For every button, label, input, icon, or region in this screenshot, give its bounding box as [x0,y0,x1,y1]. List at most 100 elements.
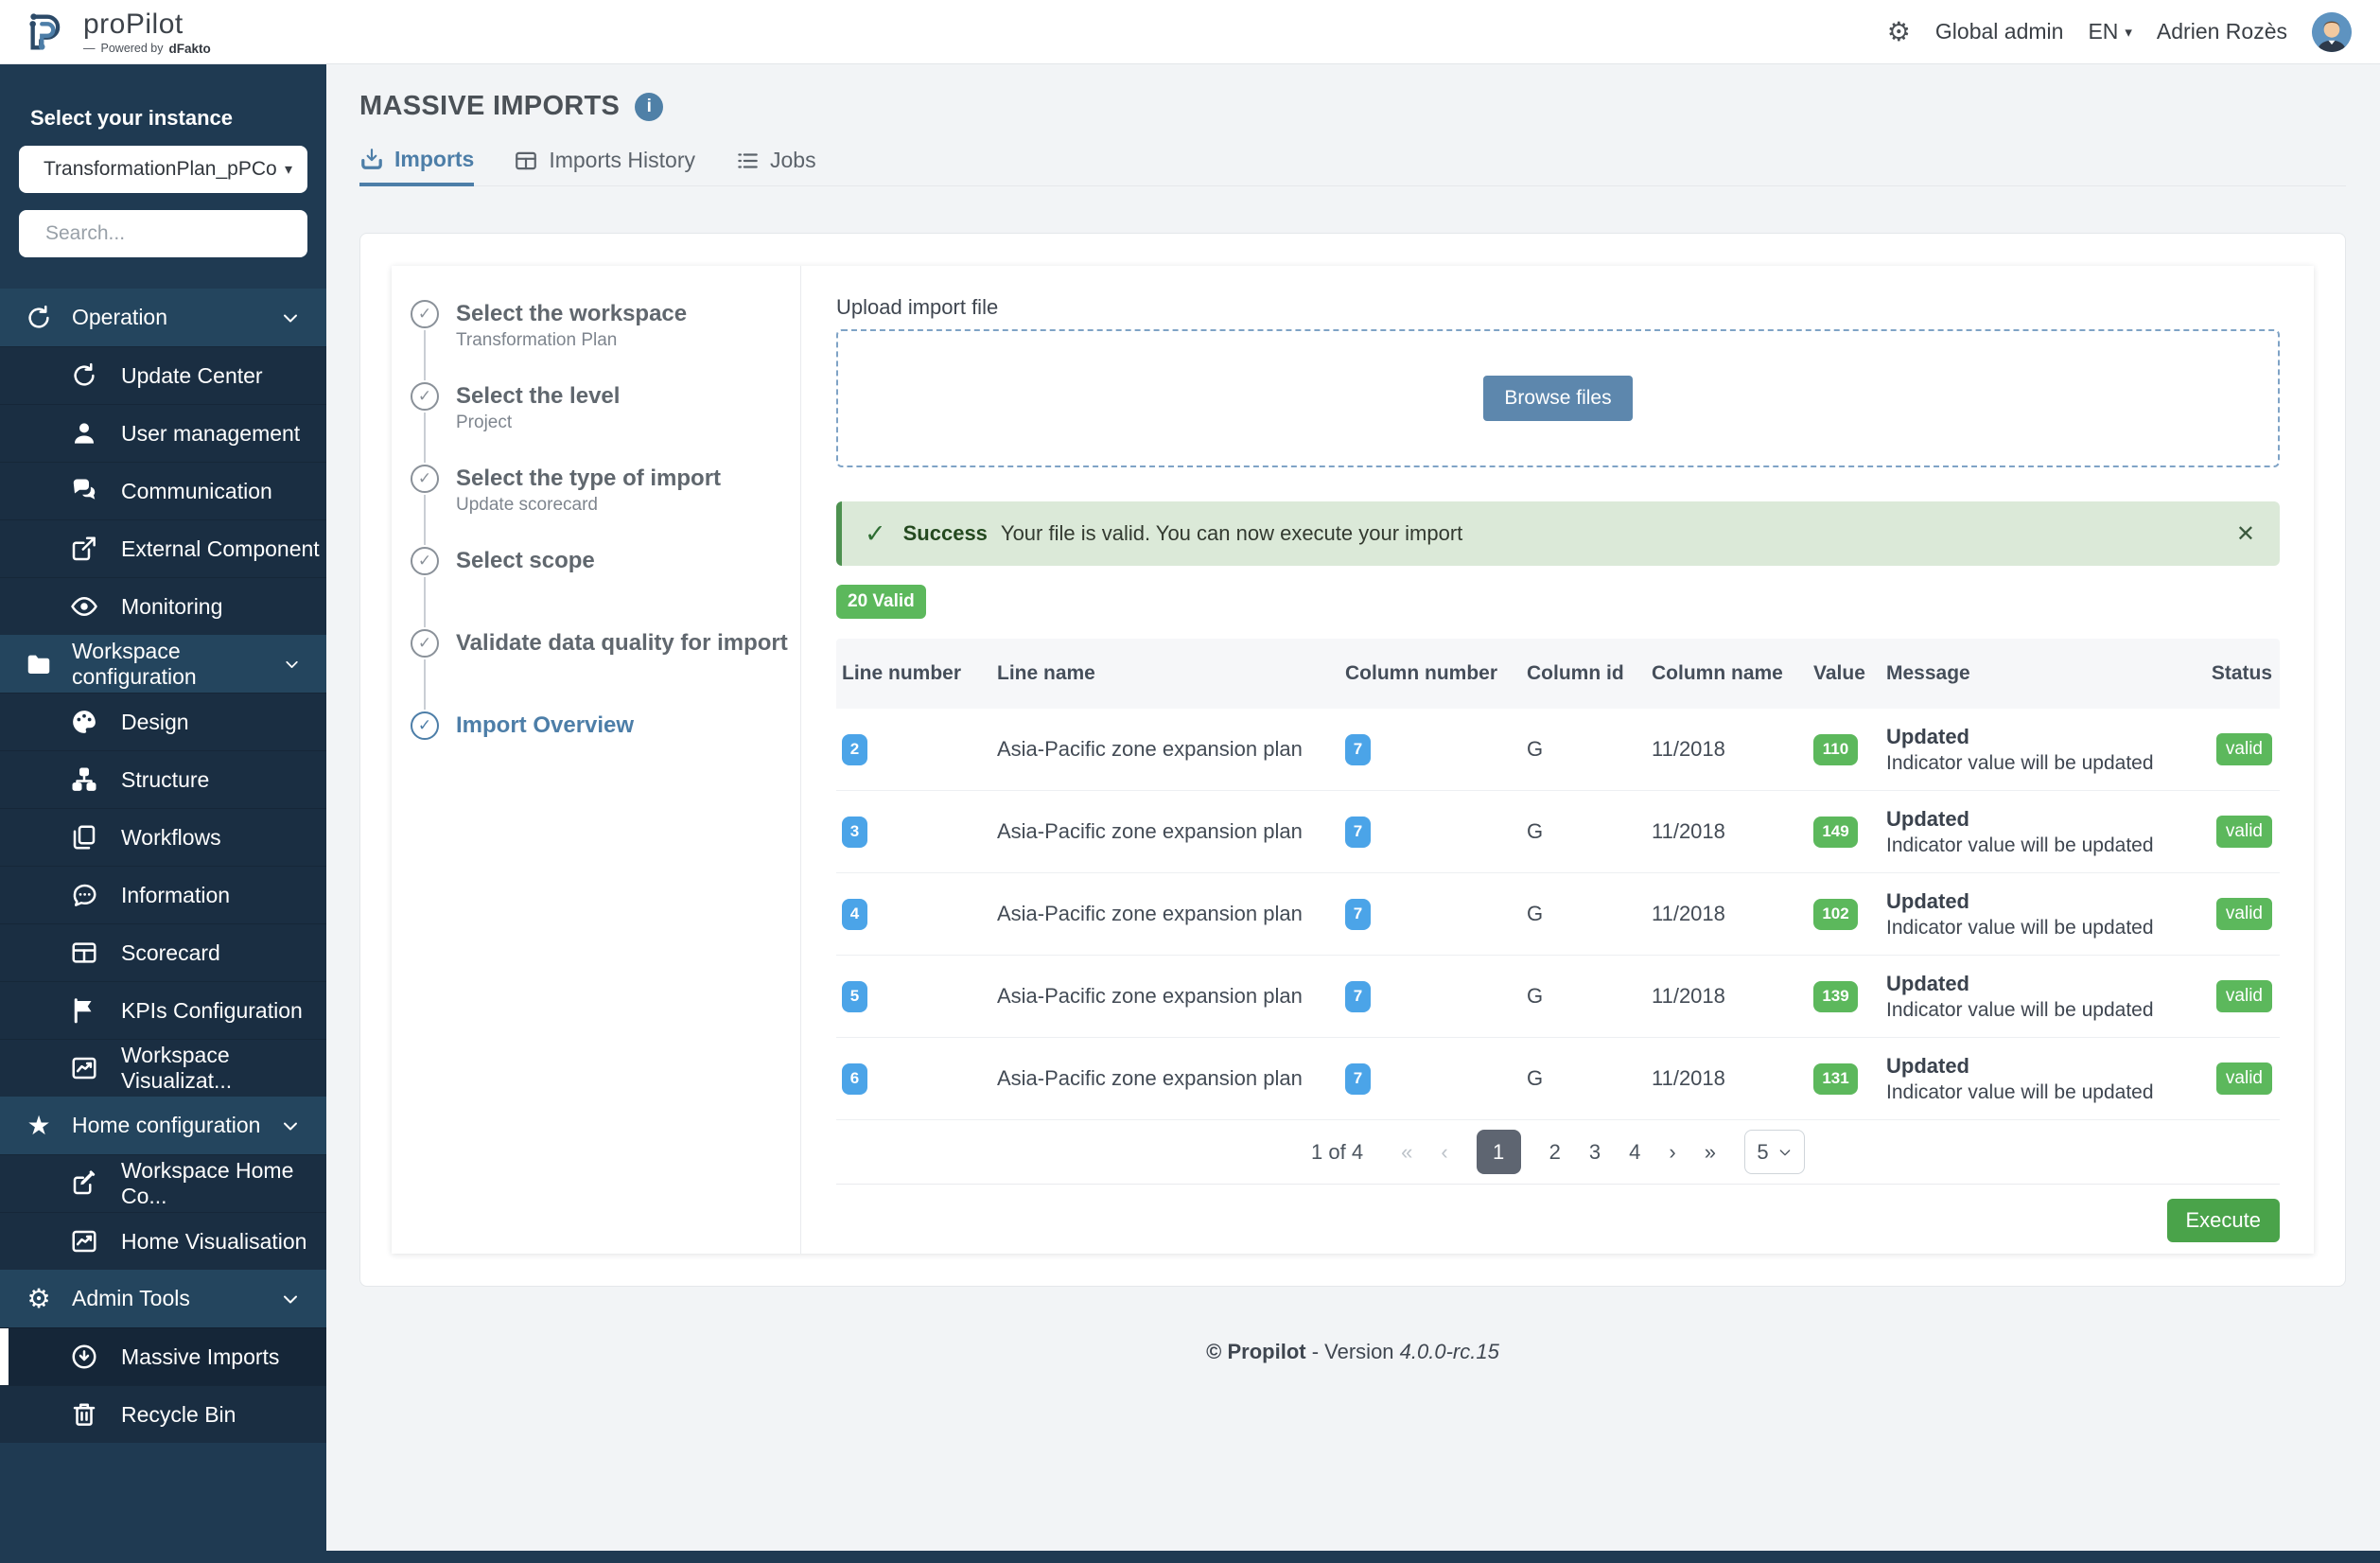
sidebar-item-workspace-home-configuration[interactable]: Workspace Home Co... [0,1154,326,1212]
role-label[interactable]: Global admin [1935,19,2064,44]
message-detail: Indicator value will be updated [1886,1081,2189,1104]
column-number-badge: 7 [1345,899,1371,930]
page-button-1[interactable]: 1 [1477,1130,1521,1174]
line-number-badge: 6 [842,1063,867,1095]
sidebar-item-recycle-bin[interactable]: Recycle Bin [0,1385,326,1443]
step-select-scope[interactable]: ✓ Select scope [411,547,791,629]
step-import-overview[interactable]: ✓ Import Overview [411,711,791,794]
sidebar-section-home-configuration[interactable]: ★ Home configuration [0,1097,326,1154]
execute-button[interactable]: Execute [2167,1199,2281,1242]
section-label: Admin Tools [72,1286,190,1311]
folder-icon [25,650,53,678]
instance-select[interactable]: TransformationPlan_pPCom... ▾ [19,146,307,193]
first-page-icon[interactable]: « [1401,1140,1412,1165]
language-selector[interactable]: EN ▾ [2088,19,2131,44]
item-label: Update Center [121,363,263,389]
alert-message: Your file is valid. You can now execute … [1001,521,1462,546]
line-name-cell: Asia-Pacific zone expansion plan [991,1066,1339,1091]
eye-icon [70,592,98,621]
line-number-badge: 2 [842,734,867,765]
search-input[interactable] [45,222,302,245]
page-size-select[interactable]: 5 [1744,1130,1805,1174]
footer-separator: - [1306,1340,1325,1363]
line-name-cell: Asia-Pacific zone expansion plan [991,819,1339,844]
col-header-column-id: Column id [1521,662,1646,685]
line-name-cell: Asia-Pacific zone expansion plan [991,737,1339,762]
page-button-2[interactable]: 2 [1549,1140,1561,1165]
pages-icon [70,823,98,852]
column-id-cell: G [1521,984,1646,1009]
step-select-workspace[interactable]: ✓ Select the workspace Transformation Pl… [411,300,791,382]
sidebar-item-information[interactable]: Information [0,866,326,923]
column-id-cell: G [1521,902,1646,926]
item-label: External Component [121,536,320,562]
sidebar-item-massive-imports[interactable]: Massive Imports [0,1327,326,1385]
tab-imports[interactable]: Imports [359,147,474,186]
sidebar-item-monitoring[interactable]: Monitoring [0,577,326,635]
sidebar-item-scorecard[interactable]: Scorecard [0,923,326,981]
value-badge: 139 [1813,981,1858,1012]
sidebar-section-operation[interactable]: Operation [0,289,326,346]
sidebar-item-design[interactable]: Design [0,693,326,750]
sidebar-item-workspace-visualization[interactable]: Workspace Visualizat... [0,1039,326,1097]
step-select-level[interactable]: ✓ Select the level Project [411,382,791,465]
sidebar-item-kpis-configuration[interactable]: KPIs Configuration [0,981,326,1039]
column-name-cell: 11/2018 [1646,984,1808,1009]
sidebar-item-external-component[interactable]: External Component [0,519,326,577]
item-label: Workspace Home Co... [121,1158,326,1209]
item-label: Home Visualisation [121,1229,306,1255]
sidebar-section-admin-tools[interactable]: ⚙ Admin Tools [0,1270,326,1327]
user-name[interactable]: Adrien Rozès [2157,19,2287,44]
tab-imports-history[interactable]: Imports History [514,147,695,185]
next-page-icon[interactable]: › [1669,1140,1675,1165]
sidebar-section-workspace-configuration[interactable]: Workspace configuration [0,635,326,693]
sidebar-item-update-center[interactable]: Update Center [0,346,326,404]
close-icon[interactable]: ✕ [2236,520,2255,548]
section-label: Operation [72,305,167,330]
browse-files-button[interactable]: Browse files [1483,376,1632,421]
tab-label: Jobs [770,148,816,173]
item-label: Recycle Bin [121,1402,236,1428]
sidebar-item-user-management[interactable]: User management [0,404,326,462]
tab-jobs[interactable]: Jobs [735,147,816,185]
info-icon[interactable]: i [635,93,663,121]
user-avatar[interactable] [2312,12,2352,52]
previous-page-icon[interactable]: ‹ [1441,1140,1447,1165]
app-logo: proPilot — Powered by dFakto [25,9,211,56]
success-alert: ✓ Success Your file is valid. You can no… [836,501,2280,566]
tab-label: Imports History [549,148,695,173]
grid-table-icon [70,939,98,967]
footer-version: 4.0.0-rc.15 [1400,1340,1499,1363]
message-detail: Indicator value will be updated [1886,999,2189,1022]
sidebar-item-communication[interactable]: Communication [0,462,326,519]
step-subtitle: Transformation Plan [456,330,791,351]
step-title: Import Overview [456,711,791,740]
import-stepper: ✓ Select the workspace Transformation Pl… [392,266,801,1254]
sidebar-item-structure[interactable]: Structure [0,750,326,808]
settings-gear-icon[interactable]: ⚙ [1887,19,1911,45]
page-button-3[interactable]: 3 [1589,1140,1601,1165]
download-circle-icon [70,1343,98,1371]
step-title: Select scope [456,547,791,575]
star-icon: ★ [25,1112,53,1140]
step-check-icon: ✓ [411,300,439,328]
gear-icon: ⚙ [25,1285,53,1313]
sidebar-item-home-visualisation[interactable]: Home Visualisation [0,1212,326,1270]
section-label: Home configuration [72,1113,260,1138]
refresh-icon [25,304,53,332]
sidebar-item-workflows[interactable]: Workflows [0,808,326,866]
sidebar-search[interactable] [19,210,307,257]
col-header-value: Value [1808,662,1881,685]
upload-dropzone[interactable]: Browse files [836,329,2280,467]
last-page-icon[interactable]: » [1705,1140,1716,1165]
propilot-logo-icon [25,9,72,56]
hierarchy-icon [70,765,98,794]
step-select-type[interactable]: ✓ Select the type of import Update score… [411,465,791,547]
status-badge: valid [2216,980,2272,1012]
bottom-bar [0,1551,2380,1563]
status-badge: valid [2216,733,2272,765]
step-title: Select the workspace [456,300,791,328]
step-validate-data-quality[interactable]: ✓ Validate data quality for import [411,629,791,711]
step-check-icon: ✓ [411,629,439,658]
page-button-4[interactable]: 4 [1629,1140,1640,1165]
